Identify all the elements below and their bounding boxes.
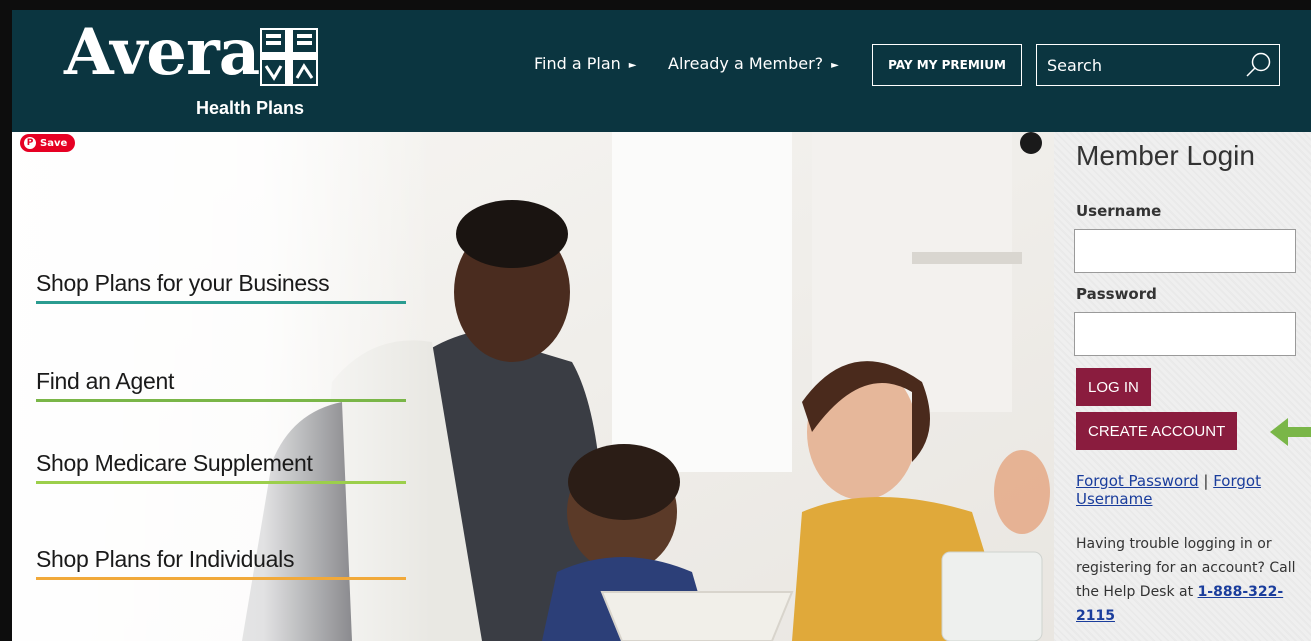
- avera-logo[interactable]: Avera Health Plans: [64, 18, 354, 128]
- nav-find-a-plan[interactable]: Find a Plan ►: [534, 54, 637, 73]
- password-label: Password: [1076, 285, 1157, 303]
- hero-banner: P Save Shop Plans for your Business Find…: [12, 132, 1054, 641]
- link-find-an-agent[interactable]: Find an Agent: [36, 368, 406, 402]
- logo-subtitle: Health Plans: [196, 98, 305, 118]
- search-input[interactable]: Search: [1036, 44, 1280, 86]
- search-icon[interactable]: [1245, 51, 1273, 79]
- forgot-separator: |: [1203, 472, 1209, 490]
- forgot-password-link[interactable]: Forgot Password: [1076, 472, 1199, 490]
- password-field[interactable]: [1074, 312, 1296, 356]
- log-in-button[interactable]: LOG IN: [1076, 368, 1151, 406]
- link-shop-plans-business[interactable]: Shop Plans for your Business: [36, 270, 406, 304]
- link-shop-plans-individuals[interactable]: Shop Plans for Individuals: [36, 546, 406, 580]
- link-shop-medicare-supplement[interactable]: Shop Medicare Supplement: [36, 450, 406, 484]
- visual-search-icon[interactable]: [1020, 132, 1042, 154]
- login-title: Member Login: [1076, 140, 1255, 171]
- cross-logo-icon: [260, 28, 318, 86]
- save-label: Save: [40, 137, 68, 149]
- forgot-links: Forgot Password | Forgot Username: [1076, 472, 1301, 508]
- search-placeholder: Search: [1047, 56, 1102, 75]
- browser-frame: Avera Health Plans Find a Plan ► Already …: [0, 0, 1311, 641]
- pay-my-premium-button[interactable]: PAY MY PREMIUM: [872, 44, 1022, 86]
- nav-already-a-member-label: Already a Member?: [668, 54, 824, 73]
- logo-wordmark: Avera: [64, 15, 260, 90]
- arrow-left-icon: [1270, 418, 1311, 446]
- nav-already-a-member[interactable]: Already a Member? ►: [668, 54, 839, 73]
- username-field[interactable]: [1074, 229, 1296, 273]
- nav-find-a-plan-label: Find a Plan: [534, 54, 621, 73]
- create-account-button[interactable]: CREATE ACCOUNT: [1076, 412, 1238, 450]
- pinterest-save-button[interactable]: P Save: [20, 134, 76, 152]
- caret-right-icon: ►: [831, 60, 839, 71]
- help-text: Having trouble logging in or registering…: [1076, 532, 1301, 628]
- site-header: Avera Health Plans Find a Plan ► Already …: [12, 10, 1311, 132]
- username-label: Username: [1076, 202, 1162, 220]
- caret-right-icon: ►: [628, 60, 637, 71]
- member-login-panel: Member Login Username Password LOG IN CR…: [1054, 132, 1311, 641]
- pinterest-icon: P: [24, 137, 36, 149]
